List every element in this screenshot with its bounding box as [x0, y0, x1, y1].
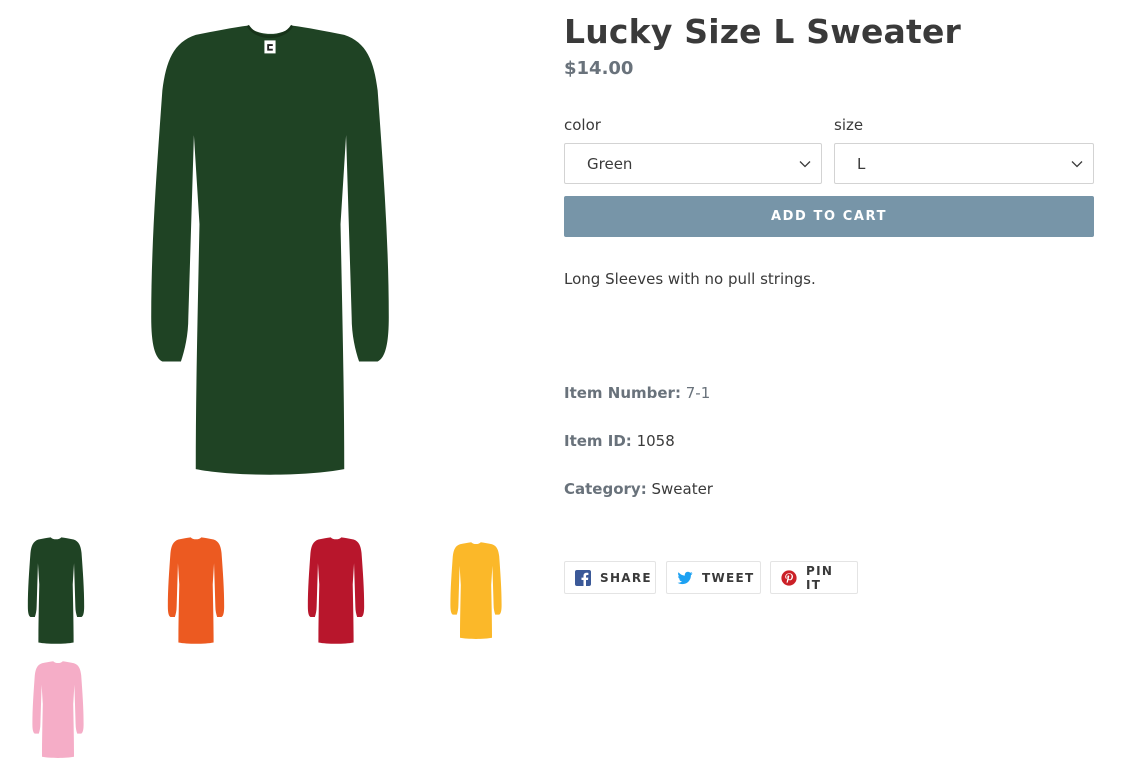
chevron-down-icon: [1071, 161, 1083, 168]
main-shirt-shape: [151, 25, 389, 475]
item-id-label: Item ID:: [564, 432, 632, 450]
main-product-image: [86, 20, 454, 484]
color-select-value: Green: [587, 154, 633, 173]
color-select[interactable]: Green: [564, 143, 822, 184]
item-number: Item Number: 7-1: [564, 384, 710, 402]
size-select-value: L: [857, 154, 866, 173]
item-id-value: 1058: [636, 432, 675, 450]
thumbnail-red[interactable]: [286, 536, 386, 646]
twitter-icon: [677, 571, 693, 584]
pinterest-icon: [781, 569, 797, 586]
share-pinterest-label: PIN IT: [806, 563, 834, 592]
add-to-cart-button[interactable]: ADD TO CART: [564, 196, 1094, 237]
product-title: Lucky Size L Sweater: [564, 12, 962, 51]
product-description: Long Sleeves with no pull strings.: [564, 270, 816, 288]
category-label: Category:: [564, 480, 647, 498]
color-option-label: color: [564, 116, 601, 134]
share-facebook-button[interactable]: SHARE: [564, 561, 656, 594]
item-id: Item ID: 1058: [564, 432, 675, 450]
thumbnail-gold[interactable]: [428, 541, 524, 641]
category: Category: Sweater: [564, 480, 713, 498]
product-price: $14.00: [564, 58, 634, 79]
item-number-label: Item Number:: [564, 384, 681, 402]
thumbnail-gallery: [0, 536, 540, 766]
thumbnail-pink[interactable]: [8, 660, 108, 760]
size-option-label: size: [834, 116, 864, 134]
size-select[interactable]: L: [834, 143, 1094, 184]
facebook-icon: [575, 569, 591, 586]
share-pinterest-button[interactable]: PIN IT: [770, 561, 858, 594]
share-twitter-label: TWEET: [702, 570, 755, 585]
share-facebook-label: SHARE: [600, 570, 652, 585]
thumbnail-orange[interactable]: [146, 536, 246, 646]
item-number-value: 7-1: [685, 384, 711, 402]
thumbnail-green[interactable]: [6, 536, 106, 646]
category-value: Sweater: [651, 480, 713, 498]
chevron-down-icon: [799, 161, 811, 168]
share-twitter-button[interactable]: TWEET: [666, 561, 761, 594]
